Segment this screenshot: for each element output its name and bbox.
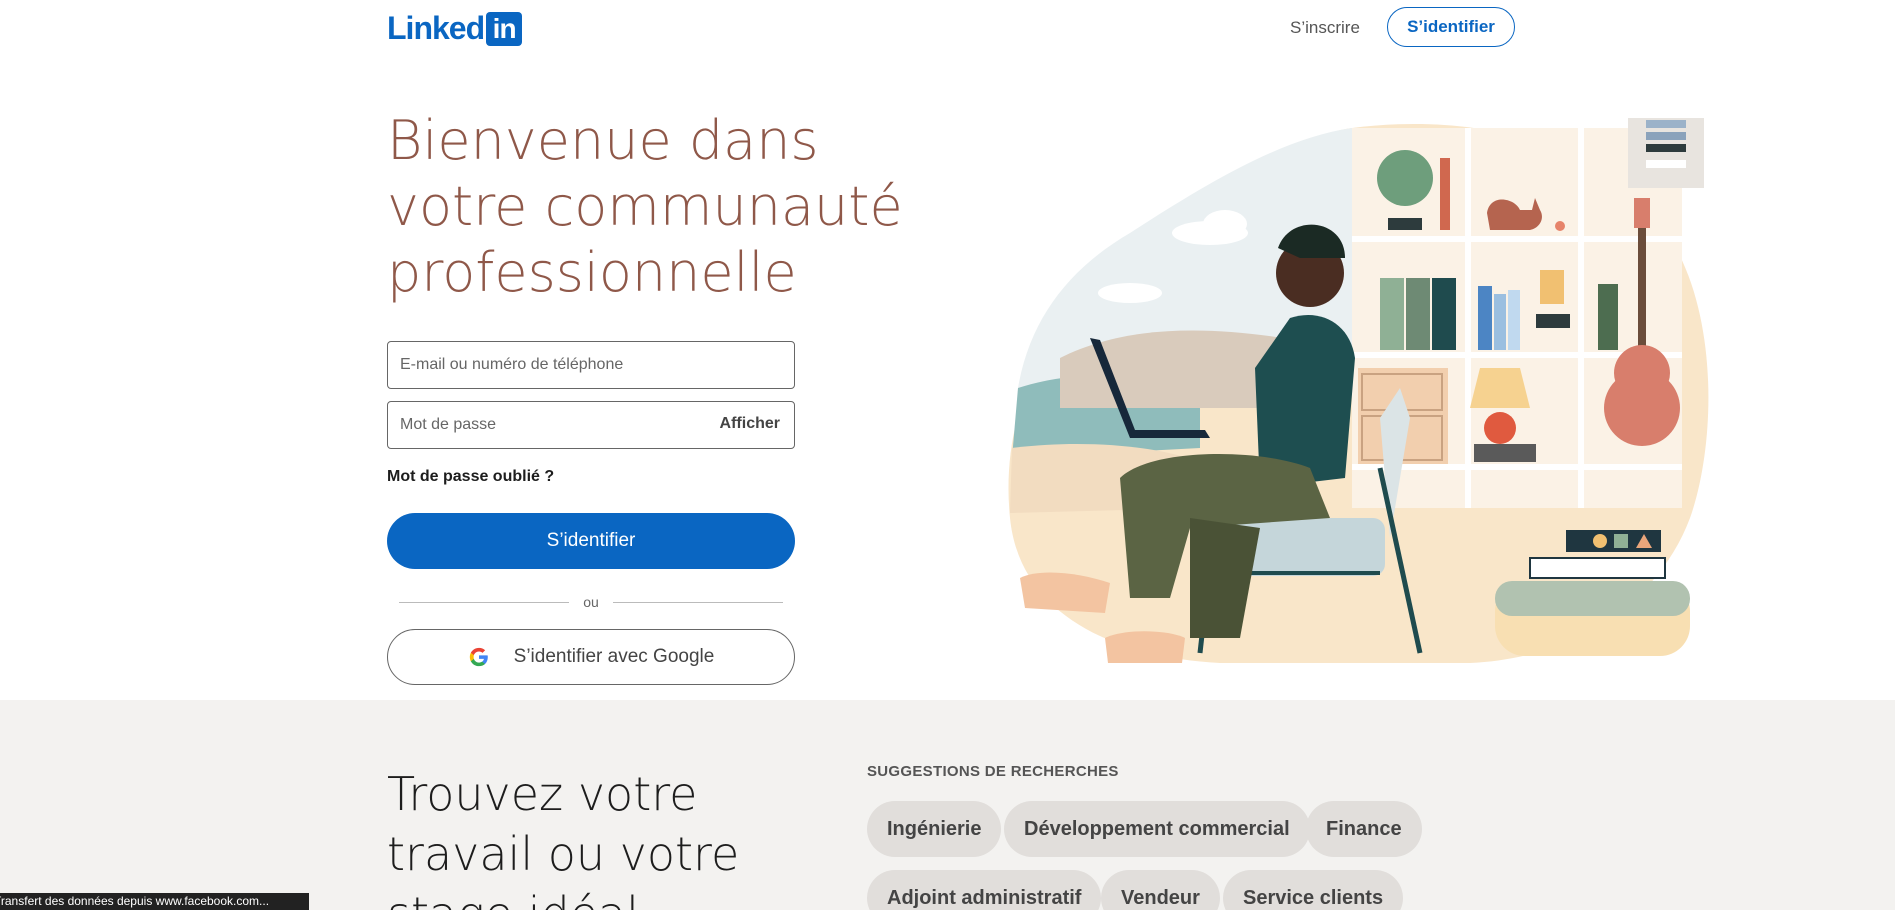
shoe-shape xyxy=(1105,631,1185,663)
browser-status-bar: Transfert des données depuis www.faceboo… xyxy=(0,893,309,910)
password-field[interactable]: Afficher xyxy=(387,401,795,449)
forgot-password-link[interactable]: Mot de passe oublié ? xyxy=(387,468,554,486)
binder-shape xyxy=(1406,278,1430,350)
divider-line-right xyxy=(612,601,784,603)
google-icon xyxy=(469,647,488,667)
suggestion-pill-finance[interactable]: Finance xyxy=(1306,801,1422,857)
logo-in-badge: in xyxy=(486,11,523,46)
email-field[interactable] xyxy=(387,341,795,389)
linkedin-logo[interactable]: Linked in xyxy=(387,10,523,47)
jobs-title: Trouvez votre travail ou votre stage idé… xyxy=(387,767,740,910)
suggestion-pill-ingenierie[interactable]: Ingénierie xyxy=(867,801,1002,857)
globe-shape xyxy=(1377,150,1433,206)
binder-shape xyxy=(1432,278,1456,350)
suggestion-pill-developpement-commercial[interactable]: Développement commercial xyxy=(1004,801,1310,857)
person-with-laptop-illustration xyxy=(1008,118,1709,664)
suggestion-pill-adjoint-administratif[interactable]: Adjoint administratif xyxy=(867,870,1102,910)
google-signin-button[interactable]: S’identifier avec Google xyxy=(387,629,795,685)
hero-title: Bienvenue dans votre communauté professi… xyxy=(387,109,903,304)
divider-line-left xyxy=(399,601,570,603)
suggestion-pill-service-clients[interactable]: Service clients xyxy=(1223,870,1404,910)
cloud-shape xyxy=(1203,210,1247,238)
logo-text: Linked xyxy=(387,10,485,46)
suggestion-pill-vendeur[interactable]: Vendeur xyxy=(1101,870,1220,910)
suggestions-heading: SUGGESTIONS DE RECHERCHES xyxy=(867,763,1119,780)
email-input[interactable] xyxy=(388,342,794,388)
signin-button[interactable]: S’identifier xyxy=(387,513,795,569)
header-signin-button[interactable]: S’identifier xyxy=(1387,7,1515,47)
google-signin-label: S’identifier avec Google xyxy=(513,646,715,667)
show-password-button[interactable]: Afficher xyxy=(720,415,780,433)
page: Linked in S’inscrire S’identifier Bienven… xyxy=(0,0,1895,910)
or-label: ou xyxy=(583,594,599,610)
or-divider: ou xyxy=(399,594,784,610)
join-link[interactable]: S’inscrire xyxy=(1290,18,1360,38)
binder-shape xyxy=(1380,278,1404,350)
cloud-shape xyxy=(1098,283,1162,303)
